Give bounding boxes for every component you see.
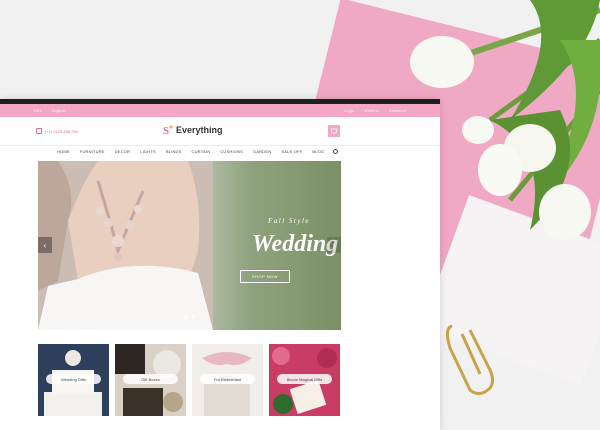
- cart-button[interactable]: [328, 125, 340, 137]
- nav-item-home[interactable]: HOME: [52, 149, 75, 154]
- slider-dot-1[interactable]: [184, 315, 188, 319]
- search-icon[interactable]: [333, 149, 339, 154]
- tile-label: Gift Boxes: [123, 374, 178, 384]
- nav-item-curtain[interactable]: CURTAIN: [187, 149, 216, 154]
- paperclip: [445, 324, 495, 395]
- phone-icon: [36, 128, 42, 134]
- nav-item-cushions[interactable]: CUSHIONS: [215, 149, 248, 154]
- nav-item-furniture[interactable]: FURNITURE: [75, 149, 110, 154]
- slider-dot-2[interactable]: [191, 315, 195, 319]
- slider-dots: [184, 315, 195, 319]
- logo-icon: S: [163, 125, 173, 136]
- hero-subtitle: Fall Style: [268, 217, 311, 225]
- wishlist-link[interactable]: Wishlist: [364, 109, 378, 113]
- cart-icon: [330, 128, 338, 134]
- category-tile-wedding-gifts[interactable]: Wedding Gifts: [38, 344, 109, 416]
- category-tile-for-bridesmaid[interactable]: For Bridesmaid: [192, 344, 263, 416]
- nav-item-blinds[interactable]: BLINDS: [161, 149, 187, 154]
- website-window: USD English Login Wishlist Checkout (+1)…: [0, 99, 440, 430]
- svg-text:S: S: [163, 125, 169, 136]
- category-tile-gift-boxes[interactable]: Gift Boxes: [115, 344, 186, 416]
- phone-number: (+1) 0123 456 789: [45, 128, 78, 134]
- login-link[interactable]: Login: [344, 109, 354, 113]
- language-selector[interactable]: English: [52, 109, 66, 113]
- shop-now-button[interactable]: SHOP NOW: [240, 270, 290, 283]
- category-tile-bloom-magical-gifts[interactable]: Bloom Magical Gifts: [269, 344, 340, 416]
- nav-item-garden[interactable]: GARDEN: [248, 149, 276, 154]
- main-nav: HOME FURNITURE DECOR LIGHTS BLINDS CURTA…: [0, 145, 440, 157]
- site-header: (+1) 0123 456 789 S Everything: [0, 117, 440, 145]
- category-tiles: Wedding Gifts Gift Boxes For Bridesmaid: [38, 344, 340, 416]
- slider-prev-button[interactable]: ‹: [38, 237, 52, 253]
- top-strip: USD English Login Wishlist Checkout: [0, 104, 440, 117]
- nav-item-sale-off[interactable]: SALE OFF: [276, 149, 307, 154]
- header-contact: (+1) 0123 456 789: [36, 128, 78, 134]
- top-strip-right: Login Wishlist Checkout: [344, 109, 406, 113]
- tile-label: Wedding Gifts: [46, 374, 101, 384]
- tile-label: Bloom Magical Gifts: [277, 374, 332, 384]
- tile-label: For Bridesmaid: [200, 374, 255, 384]
- currency-selector[interactable]: USD: [34, 109, 42, 113]
- slider-next-button[interactable]: ›: [327, 237, 341, 253]
- hero-title: Wedding: [252, 231, 339, 257]
- top-strip-left: USD English: [34, 109, 66, 113]
- logo-text: Everything: [176, 125, 223, 135]
- checkout-link[interactable]: Checkout: [389, 109, 406, 113]
- bride-photo: [38, 161, 213, 330]
- nav-item-blog[interactable]: BLOG: [307, 149, 329, 154]
- hero-slider: Fall Style Wedding SHOP NOW ‹ ›: [38, 161, 341, 330]
- nav-item-decor[interactable]: DECOR: [110, 149, 135, 154]
- site-logo[interactable]: S Everything: [162, 124, 223, 136]
- nav-item-lights[interactable]: LIGHTS: [135, 149, 161, 154]
